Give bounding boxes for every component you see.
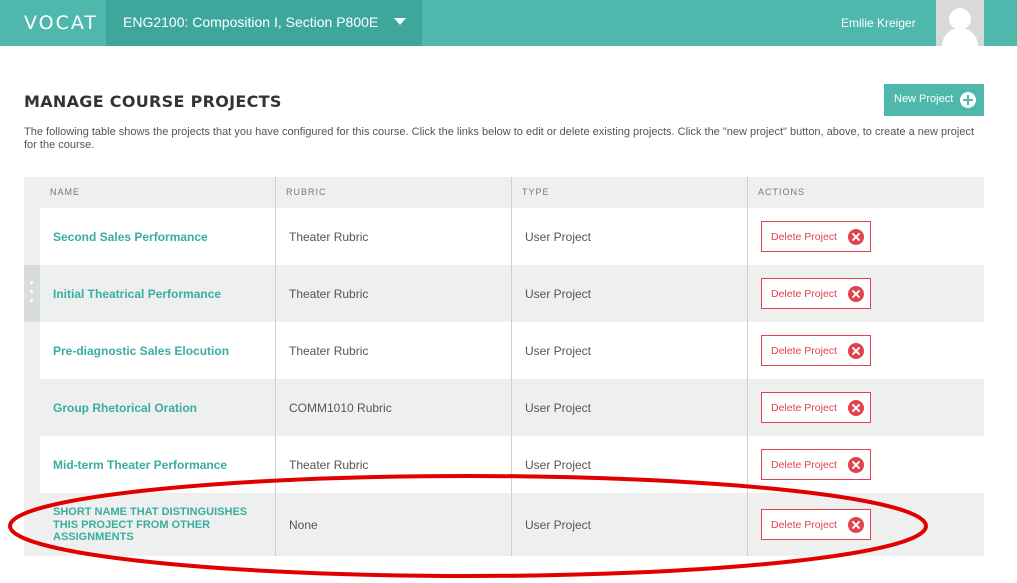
column-divider <box>511 493 512 556</box>
close-circle-icon <box>848 457 864 473</box>
table-row: Pre-diagnostic Sales Elocution Theater R… <box>24 322 984 379</box>
drag-handle[interactable] <box>24 379 40 436</box>
table-row: Group Rhetorical Oration COMM1010 Rubric… <box>24 379 984 436</box>
drag-handle[interactable] <box>24 493 40 556</box>
project-rubric: Theater Rubric <box>289 458 369 472</box>
projects-table: NAME RUBRIC TYPE ACTIONS Second Sales Pe… <box>24 177 984 556</box>
project-type: User Project <box>525 344 592 358</box>
project-type: User Project <box>525 458 592 472</box>
delete-project-button[interactable]: Delete Project <box>761 221 871 252</box>
drag-handle[interactable] <box>24 322 40 379</box>
course-selector-label: ENG2100: Composition I, Section P800E <box>123 14 379 30</box>
delete-project-label: Delete Project <box>771 231 837 243</box>
close-circle-icon <box>848 343 864 359</box>
column-divider <box>747 493 748 556</box>
drag-handle[interactable] <box>24 265 40 322</box>
close-circle-icon <box>848 286 864 302</box>
delete-project-label: Delete Project <box>771 519 837 531</box>
chevron-down-icon <box>394 18 406 25</box>
delete-project-button[interactable]: Delete Project <box>761 392 871 423</box>
project-rubric: Theater Rubric <box>289 230 369 244</box>
project-name-link[interactable]: Pre-diagnostic Sales Elocution <box>53 344 229 358</box>
column-header-actions: ACTIONS <box>758 187 806 197</box>
column-divider <box>747 322 748 379</box>
column-divider <box>511 208 512 265</box>
table-row: Second Sales Performance Theater Rubric … <box>24 208 984 265</box>
column-divider <box>747 208 748 265</box>
delete-project-label: Delete Project <box>771 402 837 414</box>
project-rubric: COMM1010 Rubric <box>289 401 392 415</box>
app-logo[interactable]: VOCAT <box>24 12 98 34</box>
table-row: SHORT NAME THAT DISTINGUISHES THIS PROJE… <box>24 493 984 556</box>
delete-project-button[interactable]: Delete Project <box>761 449 871 480</box>
new-project-label: New Project <box>894 93 954 105</box>
avatar[interactable] <box>936 0 984 46</box>
column-divider <box>511 322 512 379</box>
close-circle-icon <box>848 517 864 533</box>
column-divider <box>275 379 276 436</box>
column-divider <box>275 436 276 493</box>
column-divider <box>511 265 512 322</box>
delete-project-button[interactable]: Delete Project <box>761 278 871 309</box>
close-circle-icon <box>848 400 864 416</box>
column-divider <box>511 436 512 493</box>
column-divider <box>275 208 276 265</box>
delete-project-label: Delete Project <box>771 459 837 471</box>
project-type: User Project <box>525 401 592 415</box>
drag-handle-column-header <box>24 177 40 208</box>
project-name-link[interactable]: Second Sales Performance <box>53 230 208 244</box>
column-divider <box>275 177 276 208</box>
table-row: Mid-term Theater Performance Theater Rub… <box>24 436 984 493</box>
project-name-link[interactable]: Initial Theatrical Performance <box>53 287 221 301</box>
avatar-head-shape <box>949 8 971 30</box>
column-divider <box>747 177 748 208</box>
project-name-link[interactable]: Mid-term Theater Performance <box>53 458 227 472</box>
column-header-rubric: RUBRIC <box>286 187 327 197</box>
delete-project-label: Delete Project <box>771 288 837 300</box>
delete-project-label: Delete Project <box>771 345 837 357</box>
column-divider <box>511 177 512 208</box>
avatar-body-shape <box>942 28 978 46</box>
delete-project-button[interactable]: Delete Project <box>761 335 871 366</box>
project-type: User Project <box>525 518 592 532</box>
drag-handle[interactable] <box>24 436 40 493</box>
plus-circle-icon <box>960 92 976 108</box>
table-row: Initial Theatrical Performance Theater R… <box>24 265 984 322</box>
column-header-type: TYPE <box>522 187 550 197</box>
project-rubric: Theater Rubric <box>289 287 369 301</box>
column-divider <box>747 379 748 436</box>
page-title: MANAGE COURSE PROJECTS <box>24 92 282 111</box>
project-rubric: Theater Rubric <box>289 344 369 358</box>
column-divider <box>747 436 748 493</box>
project-name-link[interactable]: SHORT NAME THAT DISTINGUISHES THIS PROJE… <box>53 506 253 544</box>
project-type: User Project <box>525 287 592 301</box>
column-divider <box>275 265 276 322</box>
delete-project-button[interactable]: Delete Project <box>761 509 871 540</box>
project-name-link[interactable]: Group Rhetorical Oration <box>53 401 197 415</box>
column-divider <box>275 322 276 379</box>
project-rubric: None <box>289 518 318 532</box>
close-circle-icon <box>848 229 864 245</box>
course-selector[interactable]: ENG2100: Composition I, Section P800E <box>106 0 422 46</box>
column-header-name: NAME <box>50 187 81 197</box>
intro-text: The following table shows the projects t… <box>24 126 975 151</box>
grip-dots-icon <box>30 281 33 305</box>
top-navbar: VOCAT ENG2100: Composition I, Section P8… <box>0 0 1017 46</box>
column-divider <box>747 265 748 322</box>
column-divider <box>275 493 276 556</box>
new-project-button[interactable]: New Project <box>884 84 984 116</box>
user-name[interactable]: Emilie Kreiger <box>841 16 916 30</box>
drag-handle[interactable] <box>24 208 40 265</box>
project-type: User Project <box>525 230 592 244</box>
table-header: NAME RUBRIC TYPE ACTIONS <box>24 177 984 208</box>
column-divider <box>511 379 512 436</box>
